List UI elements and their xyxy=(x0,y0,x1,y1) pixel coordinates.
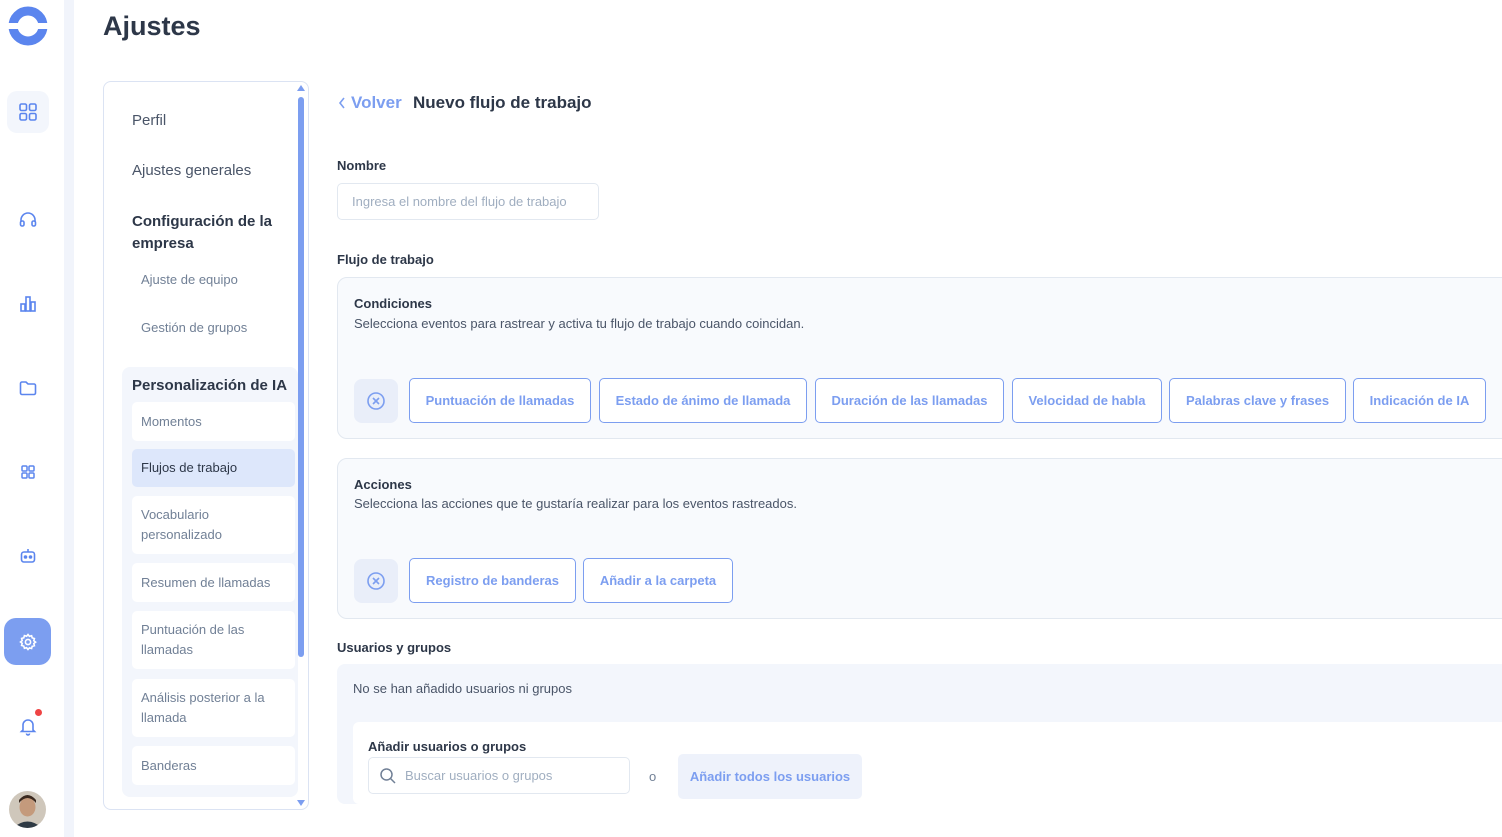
nav-banderas[interactable]: Banderas xyxy=(132,746,295,785)
nav-gestion-grupos[interactable]: Gestión de grupos xyxy=(141,320,247,335)
scroll-down-arrow[interactable] xyxy=(297,800,305,806)
condition-chip[interactable]: Velocidad de habla xyxy=(1012,378,1162,423)
widgets-icon xyxy=(21,465,35,479)
widgets-button[interactable] xyxy=(7,451,49,493)
users-label: Usuarios y grupos xyxy=(337,640,452,655)
close-circle-icon xyxy=(367,572,385,590)
analytics-button[interactable] xyxy=(7,283,49,325)
add-users-box: Añadir usuarios o grupos o Añadir todos … xyxy=(353,722,1502,804)
condition-chip[interactable]: Indicación de IA xyxy=(1353,378,1486,423)
nav-ajustes-generales[interactable]: Ajustes generales xyxy=(132,162,251,179)
notification-dot xyxy=(35,709,42,716)
back-label: Volver xyxy=(351,93,402,112)
bell-icon xyxy=(19,719,37,736)
close-circle-icon xyxy=(367,392,385,410)
condition-chip[interactable]: Estado de ánimo de llamada xyxy=(599,378,807,423)
user-search-box[interactable] xyxy=(368,757,630,794)
nav-personalizacion-ia[interactable]: Personalización de IA xyxy=(132,377,287,394)
form-title: Nuevo flujo de trabajo xyxy=(413,93,592,112)
nav-ajuste-equipo[interactable]: Ajuste de equipo xyxy=(141,272,238,287)
nav-puntuacion-llamadas[interactable]: Puntuación de las llamadas xyxy=(132,611,295,669)
action-chip[interactable]: Añadir a la carpeta xyxy=(583,558,733,603)
nav-flujos-trabajo[interactable]: Flujos de trabajo xyxy=(132,449,295,487)
scrollbar-thumb[interactable] xyxy=(298,97,304,657)
scroll-up-arrow[interactable] xyxy=(297,85,305,91)
add-users-label: Añadir usuarios o grupos xyxy=(368,739,527,754)
add-all-users-button[interactable]: Añadir todos los usuarios xyxy=(678,754,862,799)
ai-customization-group: Personalización de IA Momentos Flujos de… xyxy=(122,367,298,797)
user-avatar-icon xyxy=(9,791,46,828)
nav-analisis-posterior[interactable]: Análisis posterior a la llamada xyxy=(132,679,295,737)
page-title: Ajustes xyxy=(103,11,201,41)
clear-actions-button[interactable] xyxy=(354,559,398,603)
conditions-title: Condiciones xyxy=(354,296,433,311)
condition-chip[interactable]: Palabras clave y frases xyxy=(1169,378,1346,423)
folders-button[interactable] xyxy=(7,367,49,409)
clear-conditions-button[interactable] xyxy=(354,379,398,423)
users-groups-card: No se han añadido usuarios ni grupos Aña… xyxy=(337,664,1502,804)
conditions-card: Condiciones Selecciona eventos para rast… xyxy=(337,277,1502,439)
nav-perfil[interactable]: Perfil xyxy=(132,112,166,129)
action-chip[interactable]: Registro de banderas xyxy=(409,558,576,603)
workflow-label: Flujo de trabajo xyxy=(337,252,434,267)
nav-momentos[interactable]: Momentos xyxy=(132,402,295,441)
notifications-button[interactable] xyxy=(7,705,49,747)
nav-vocabulario[interactable]: Vocabulario personalizado xyxy=(132,496,295,554)
back-link[interactable]: Volver xyxy=(337,93,402,113)
settings-nav-panel: Perfil Ajustes generales Configuración d… xyxy=(103,81,309,810)
bot-icon xyxy=(20,549,36,563)
rail-divider xyxy=(64,0,74,837)
or-separator: o xyxy=(649,769,657,784)
nav-resumen-llamadas[interactable]: Resumen de llamadas xyxy=(132,563,295,602)
user-search-input[interactable] xyxy=(405,768,615,783)
avatar[interactable] xyxy=(9,791,46,828)
actions-description: Selecciona las acciones que te gustaría … xyxy=(354,496,797,511)
condition-chip[interactable]: Duración de las llamadas xyxy=(815,378,1004,423)
left-rail xyxy=(0,0,56,837)
condition-chip[interactable]: Puntuación de llamadas xyxy=(409,378,591,423)
actions-title: Acciones xyxy=(354,477,412,492)
bot-button[interactable] xyxy=(7,535,49,577)
conditions-description: Selecciona eventos para rastrear y activ… xyxy=(354,316,805,331)
nav-config-empresa[interactable]: Configuración de la empresa xyxy=(132,211,292,255)
actions-card: Acciones Selecciona las acciones que te … xyxy=(337,458,1502,619)
grid-icon xyxy=(19,103,37,121)
folder-icon xyxy=(19,381,37,396)
search-icon xyxy=(380,767,396,784)
bar-chart-icon xyxy=(20,296,36,312)
calls-button[interactable] xyxy=(7,199,49,241)
workflow-name-input[interactable] xyxy=(337,183,599,220)
headphones-icon xyxy=(19,212,37,227)
dashboard-button[interactable] xyxy=(7,91,49,133)
app-logo[interactable] xyxy=(8,6,48,46)
settings-button[interactable] xyxy=(4,618,51,665)
users-empty-text: No se han añadido usuarios ni grupos xyxy=(353,681,572,696)
chevron-left-icon xyxy=(338,97,345,109)
gear-icon xyxy=(18,632,37,651)
name-label: Nombre xyxy=(337,158,387,173)
